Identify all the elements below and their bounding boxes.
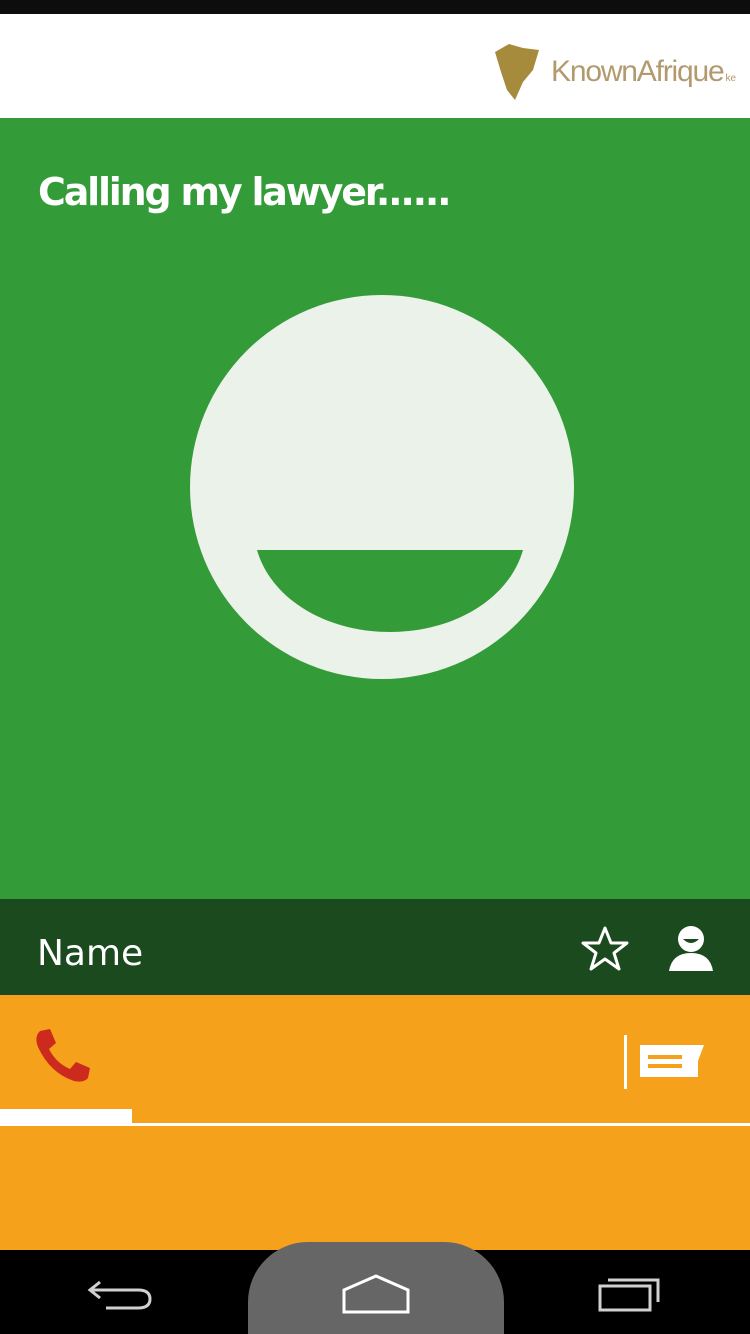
navigation-bar [0,1242,750,1334]
star-outline-icon [581,926,629,971]
phone-icon [36,1029,90,1082]
contact-name: Name [37,933,144,974]
back-icon [87,1280,152,1310]
recents-icon [598,1278,660,1312]
message-icon [640,1045,704,1077]
recents-button[interactable] [594,1274,664,1314]
tab-call[interactable] [30,1025,94,1085]
action-tabs-area [0,995,750,1250]
call-screen: KnownAfrique ke Calling my lawyer...... … [0,0,750,1334]
africa-logo-icon [495,44,540,100]
logo-suffix: ke [725,72,736,84]
favorite-button[interactable] [580,925,630,973]
tab-message[interactable] [618,1033,708,1093]
home-button[interactable] [338,1272,414,1316]
app-header: KnownAfrique ke [0,14,750,118]
status-bar [0,0,750,14]
home-icon [342,1274,410,1314]
back-button[interactable] [86,1274,156,1314]
tab-selected-indicator [0,1109,132,1125]
contact-bar: Name [0,899,750,995]
app-logo: KnownAfrique ke [493,42,736,102]
person-icon [669,926,713,971]
call-status-text: Calling my lawyer...... [38,170,452,214]
contact-details-button[interactable] [666,923,716,973]
call-area: Calling my lawyer...... [0,118,750,899]
logo-text: KnownAfrique [551,55,725,88]
smiley-face-icon [190,295,574,679]
